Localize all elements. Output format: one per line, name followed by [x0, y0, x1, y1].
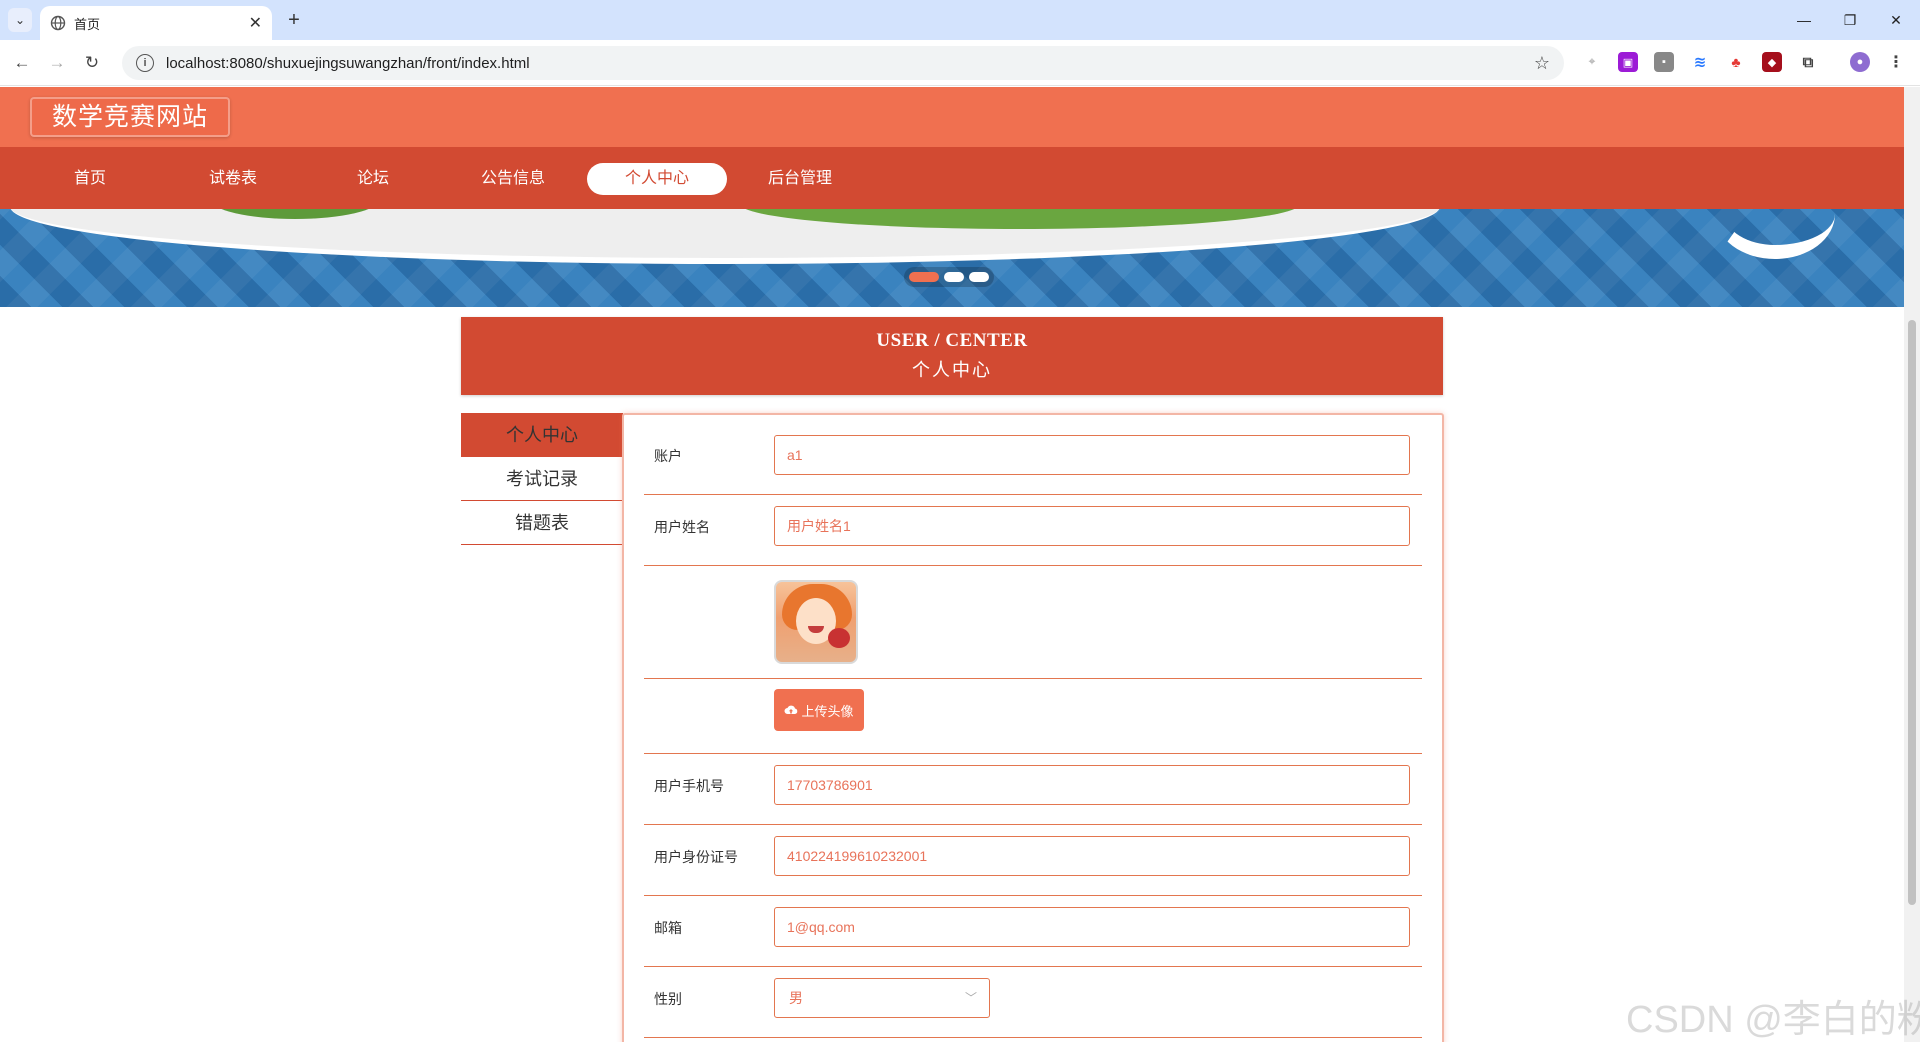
reload-icon[interactable]: ↻ [80, 51, 104, 75]
gender-selected-value: 男 [789, 990, 803, 1006]
site-nav: 首页 试卷表 论坛 公告信息 个人中心 后台管理 [0, 147, 1904, 209]
watermark: CSDN @李白的粉 [1626, 999, 1920, 1041]
form-row-avatar [644, 566, 1422, 679]
extension-layers-icon[interactable]: ≋ [1690, 52, 1710, 72]
browser-tab[interactable]: 首页 ✕ [40, 6, 272, 40]
carousel-dot[interactable] [944, 272, 964, 282]
close-window-icon[interactable]: ✕ [1874, 0, 1918, 40]
browser-menu-icon[interactable]: ⋮ [1886, 52, 1906, 72]
extension-shield-icon[interactable]: ◆ [1762, 52, 1782, 72]
form-row-upload: 上传头像 [644, 679, 1422, 754]
banner-image-curve [1715, 209, 1835, 259]
name-label: 用户姓名 [654, 519, 710, 535]
nav-user-center[interactable]: 个人中心 [587, 163, 727, 195]
email-label: 邮箱 [654, 920, 682, 936]
nav-forum[interactable]: 论坛 [303, 163, 443, 195]
page-viewport: 数学竞赛网站 首页 试卷表 论坛 公告信息 个人中心 后台管理 USER / C… [0, 87, 1904, 1042]
restore-icon[interactable]: ❐ [1828, 0, 1872, 40]
upload-avatar-button[interactable]: 上传头像 [774, 689, 864, 731]
cloud-upload-icon [784, 705, 798, 714]
extension-gamepad-icon[interactable]: ▪ [1654, 52, 1674, 72]
user-center-title-cn: 个人中心 [912, 360, 992, 380]
extensions-puzzle-icon[interactable]: ⧉ [1798, 52, 1818, 72]
side-menu: 个人中心 考试记录 错题表 [461, 413, 623, 545]
profile-form: 账户 a1 用户姓名 用户姓名1 上传头像 用户手机号 17703786901 [622, 413, 1444, 1042]
carousel-banner [0, 209, 1904, 307]
nav-admin[interactable]: 后台管理 [730, 163, 870, 195]
site-info-icon[interactable]: i [136, 54, 154, 72]
nav-exam-papers[interactable]: 试卷表 [163, 163, 303, 195]
gender-label: 性别 [654, 991, 682, 1007]
address-bar[interactable]: i localhost:8080/shuxuejingsuwangzhan/fr… [122, 46, 1564, 80]
upload-avatar-label: 上传头像 [801, 703, 854, 719]
site-title[interactable]: 数学竞赛网站 [30, 97, 231, 137]
tab-search-chevron-icon[interactable]: ⌄ [8, 8, 32, 32]
idcard-input[interactable]: 410224199610232001 [774, 836, 1410, 876]
carousel-dot[interactable] [969, 272, 989, 282]
side-menu-exam-records[interactable]: 考试记录 [461, 457, 623, 501]
tab-title: 首页 [74, 16, 101, 32]
new-tab-plus-icon[interactable]: + [282, 8, 306, 32]
email-input[interactable]: 1@qq.com [774, 907, 1410, 947]
page-scrollbar[interactable] [1904, 87, 1920, 1042]
side-menu-profile[interactable]: 个人中心 [461, 413, 623, 457]
carousel-dot[interactable] [909, 272, 939, 282]
profile-avatar-icon[interactable]: ● [1850, 52, 1870, 72]
minimize-icon[interactable]: — [1782, 0, 1826, 40]
browser-tab-strip: ⌄ 首页 ✕ + — ❐ ✕ [0, 0, 1920, 40]
back-arrow-icon[interactable]: ← [10, 51, 34, 75]
avatar [774, 580, 858, 664]
phone-label: 用户手机号 [654, 778, 724, 794]
phone-input[interactable]: 17703786901 [774, 765, 1410, 805]
form-row-account: 账户 a1 [644, 415, 1422, 495]
form-row-idcard: 用户身份证号 410224199610232001 [644, 825, 1422, 896]
account-label: 账户 [654, 448, 682, 464]
form-row-gender: 性别 男 ﹀ [644, 967, 1422, 1038]
globe-icon [50, 15, 66, 31]
carousel-indicators [904, 267, 994, 287]
chevron-down-icon: ﹀ [964, 991, 977, 1005]
nav-announcements[interactable]: 公告信息 [443, 163, 583, 195]
form-row-phone: 用户手机号 17703786901 [644, 754, 1422, 825]
extension-tree-icon[interactable]: ♣ [1726, 52, 1746, 72]
site-header: 数学竞赛网站 [0, 87, 1904, 147]
nav-home[interactable]: 首页 [20, 163, 160, 195]
gender-select[interactable]: 男 ﹀ [774, 978, 990, 1018]
url-text[interactable]: localhost:8080/shuxuejingsuwangzhan/fron… [166, 55, 1534, 72]
bookmark-star-icon[interactable]: ☆ [1534, 53, 1550, 74]
account-input[interactable]: a1 [774, 435, 1410, 475]
form-row-email: 邮箱 1@qq.com [644, 896, 1422, 967]
close-tab-icon[interactable]: ✕ [249, 13, 262, 33]
user-center-title-en: USER / CENTER [876, 330, 1028, 351]
name-input[interactable]: 用户姓名1 [774, 506, 1410, 546]
form-row-name: 用户姓名 用户姓名1 [644, 495, 1422, 566]
side-menu-wrong-questions[interactable]: 错题表 [461, 501, 623, 545]
forward-arrow-icon[interactable]: → [45, 51, 69, 75]
idcard-label: 用户身份证号 [654, 849, 738, 865]
extension-rp-icon[interactable]: ▣ [1618, 52, 1638, 72]
scrollbar-thumb[interactable] [1908, 320, 1916, 905]
user-center-heading: USER / CENTER 个人中心 [461, 317, 1443, 395]
extension-cursor-icon[interactable]: ⌖ [1582, 52, 1602, 72]
